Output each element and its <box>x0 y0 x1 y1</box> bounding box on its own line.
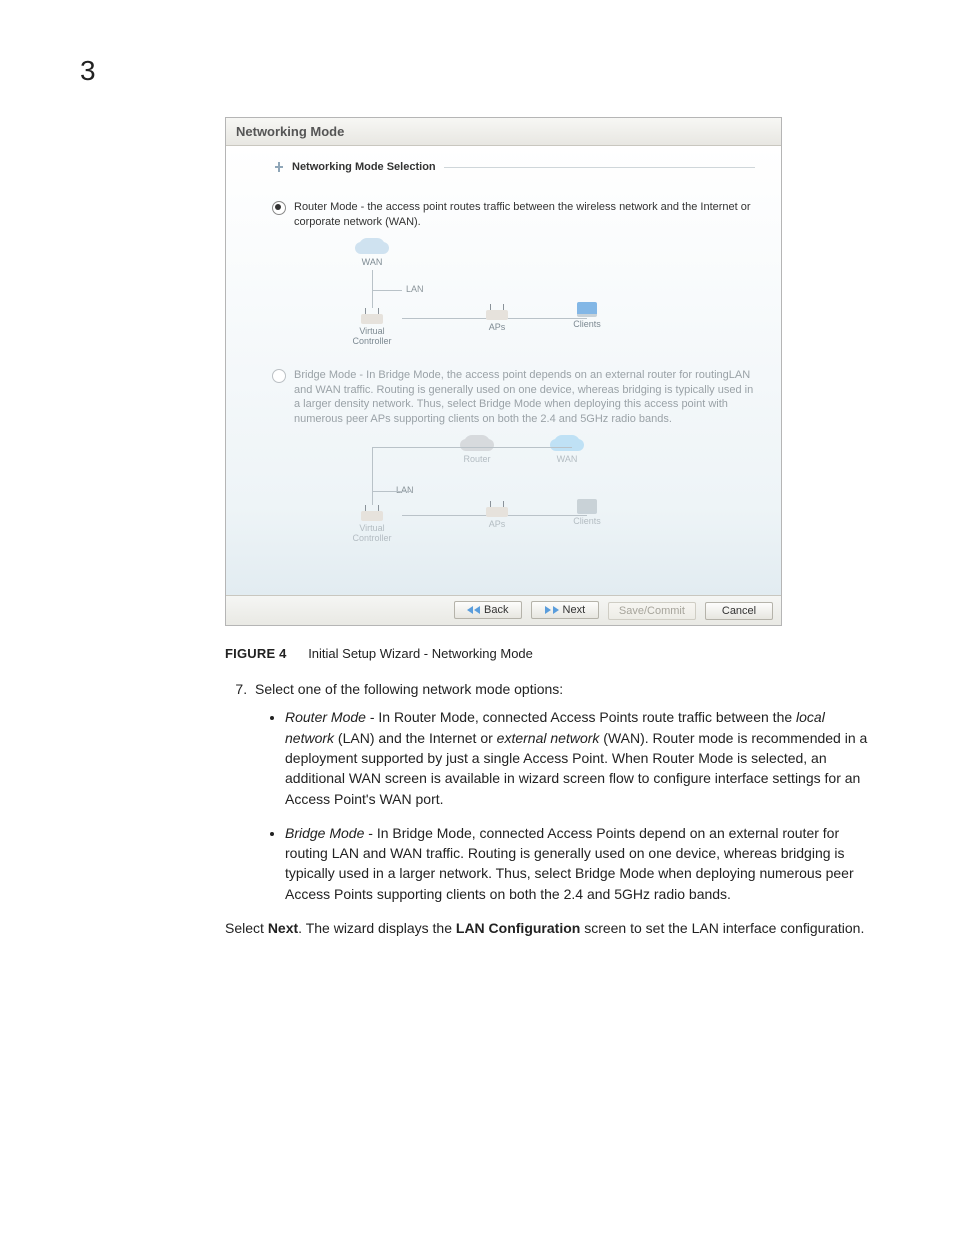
arrow-left-icon <box>467 606 473 614</box>
diagram-label: Router <box>447 454 507 464</box>
back-button[interactable]: Back <box>454 601 522 619</box>
diagram-label: LAN <box>406 284 424 294</box>
step-lead: Select one of the following network mode… <box>255 681 563 697</box>
diagram-label: Clients <box>557 516 617 526</box>
diagram-label: Clients <box>557 319 617 329</box>
mode-name: Bridge Mode <box>285 825 364 841</box>
fieldset-label: Networking Mode Selection <box>292 161 436 173</box>
diagram-label: WAN <box>342 257 402 267</box>
diagram-label: APs <box>467 322 527 332</box>
controller-icon <box>361 511 383 521</box>
controller-icon <box>361 314 383 324</box>
diagram-bridge: Router WAN LAN Virtual Controller <box>302 435 755 545</box>
diagram-label: APs <box>467 519 527 529</box>
radio-router-icon <box>272 201 286 215</box>
step-item: Select one of the following network mode… <box>251 679 874 904</box>
chapter-number: 3 <box>80 55 874 87</box>
cancel-button[interactable]: Cancel <box>705 602 773 620</box>
diagram-label: WAN <box>537 454 597 464</box>
button-label: Back <box>484 604 508 616</box>
radio-bridge-icon <box>272 369 286 383</box>
ap-icon <box>486 507 508 517</box>
wan-cloud-icon <box>554 435 580 451</box>
step-list: Select one of the following network mode… <box>225 679 874 904</box>
arrow-right-icon <box>545 606 551 614</box>
arrow-right-icon <box>553 606 559 614</box>
figure-caption: FIGURE 4 Initial Setup Wizard - Networki… <box>225 646 874 661</box>
bullet-router: Router Mode - In Router Mode, connected … <box>285 707 874 808</box>
option-router-text: Router Mode - the access point routes tr… <box>294 200 755 230</box>
text: - In Router Mode, connected Access Point… <box>366 709 796 725</box>
client-icon <box>577 302 597 317</box>
arrow-left-icon <box>474 606 480 614</box>
wizard-screenshot: Networking Mode Networking Mode Selectio… <box>225 117 782 626</box>
figure-title: Initial Setup Wizard - Networking Mode <box>308 646 533 661</box>
mode-bullets: Router Mode - In Router Mode, connected … <box>255 707 874 904</box>
button-label: Next <box>563 604 586 616</box>
option-bridge-mode[interactable]: Bridge Mode - In Bridge Mode, the access… <box>272 368 755 427</box>
diagram-label: Virtual Controller <box>342 523 402 543</box>
diagram-label: Virtual Controller <box>342 326 402 346</box>
diagram-router: WAN LAN Virtual Controller APs <box>302 238 755 348</box>
panel-body: Networking Mode Selection Router Mode - … <box>226 146 781 595</box>
client-icon <box>577 499 597 514</box>
fieldset-rule <box>444 167 755 168</box>
text: (LAN) and the Internet or <box>334 730 497 746</box>
panel-footer: Back Next Save/Commit Cancel <box>226 595 781 625</box>
option-bridge-text: Bridge Mode - In Bridge Mode, the access… <box>294 368 755 427</box>
bold: Next <box>268 920 298 936</box>
button-label: Save/Commit <box>619 605 685 617</box>
mode-name: Router Mode <box>285 709 366 725</box>
text: screen to set the LAN interface configur… <box>580 920 864 936</box>
body-text: Select one of the following network mode… <box>225 679 874 904</box>
next-button[interactable]: Next <box>531 601 599 619</box>
panel-title: Networking Mode <box>226 118 781 146</box>
text: Select <box>225 920 268 936</box>
router-cloud-icon <box>464 435 490 451</box>
figure-label: FIGURE 4 <box>225 646 287 661</box>
ap-icon <box>486 310 508 320</box>
save-commit-button[interactable]: Save/Commit <box>608 602 696 620</box>
bold: LAN Configuration <box>456 920 580 936</box>
closing-paragraph: Select Next. The wizard displays the LAN… <box>225 918 874 938</box>
button-label: Cancel <box>722 605 756 617</box>
em: external network <box>497 730 600 746</box>
wan-cloud-icon <box>359 238 385 254</box>
bullet-bridge: Bridge Mode - In Bridge Mode, connected … <box>285 823 874 904</box>
text: - In Bridge Mode, connected Access Point… <box>285 825 854 902</box>
fieldset-legend: Networking Mode Selection <box>272 160 755 174</box>
diagram-label: LAN <box>396 485 414 495</box>
option-router-mode[interactable]: Router Mode - the access point routes tr… <box>272 200 755 230</box>
text: . The wizard displays the <box>298 920 456 936</box>
fieldset-icon <box>272 160 286 174</box>
